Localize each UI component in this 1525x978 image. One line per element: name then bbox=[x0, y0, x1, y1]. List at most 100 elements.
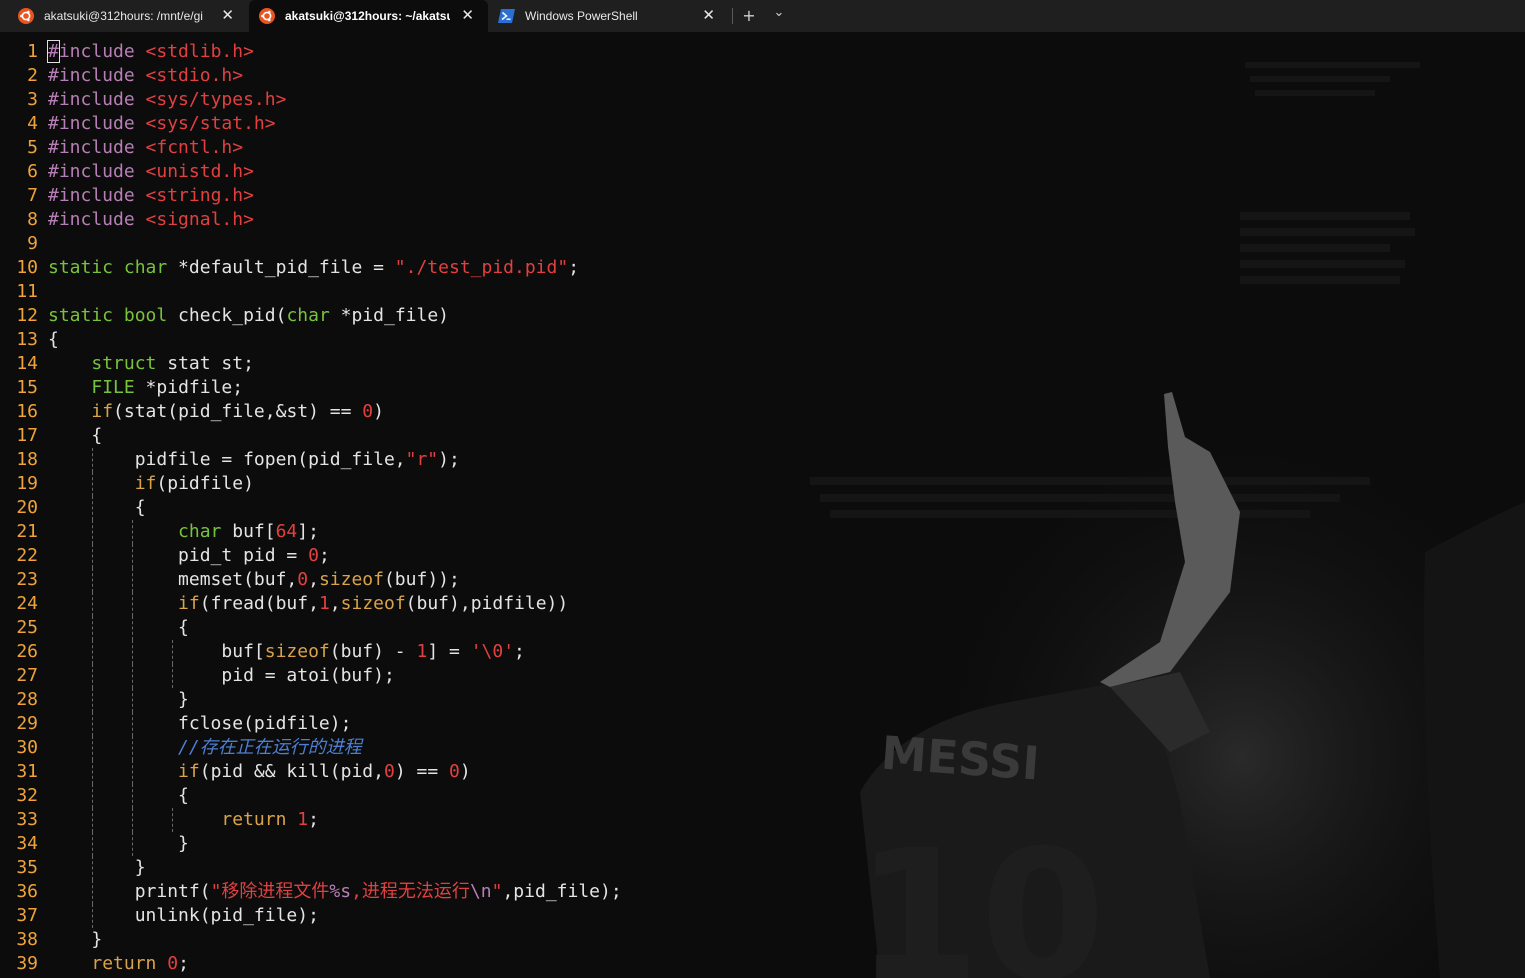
code-token: char bbox=[286, 305, 330, 326]
code-token: ) bbox=[459, 761, 471, 782]
code-token: <signal.h> bbox=[145, 209, 254, 230]
code-token: buf[ bbox=[48, 641, 265, 662]
close-icon[interactable]: ✕ bbox=[461, 8, 474, 23]
line-number: 3 bbox=[27, 89, 38, 110]
code-token: 64 bbox=[275, 521, 298, 542]
code-text: pid = atoi(buf); bbox=[48, 664, 395, 688]
code-text: #include <fcntl.h> bbox=[48, 136, 243, 160]
code-text: buf[sizeof(buf) - 1] = '\0'; bbox=[48, 640, 525, 664]
code-token: ) == bbox=[394, 761, 449, 782]
code-token: memset(buf, bbox=[48, 569, 298, 590]
code-text: { bbox=[48, 784, 189, 808]
line-number: 13 bbox=[16, 329, 38, 350]
tab-label: akatsuki@312hours: ~/akatsu bbox=[285, 9, 450, 23]
code-token: 1 bbox=[297, 809, 309, 830]
code-token: ); bbox=[438, 449, 460, 470]
tab-powershell[interactable]: Windows PowerShell ✕ bbox=[489, 0, 729, 32]
code-text: } bbox=[48, 856, 146, 880]
line-number: 23 bbox=[16, 569, 38, 590]
code-token: FILE bbox=[91, 377, 135, 398]
code-text: { bbox=[48, 496, 146, 520]
code-text: } bbox=[48, 688, 189, 712]
code-text: if(stat(pid_file,&st) == 0) bbox=[48, 400, 384, 424]
line-number: 26 bbox=[16, 641, 38, 662]
code-token: <unistd.h> bbox=[145, 161, 254, 182]
code-text: #include <sys/stat.h> bbox=[48, 112, 276, 136]
code-token: fclose(pidfile); bbox=[48, 713, 352, 734]
code-text: { bbox=[48, 328, 59, 352]
code-token: (pidfile) bbox=[156, 473, 254, 494]
code-token: ,进程无法运行 bbox=[351, 881, 470, 902]
code-token: " bbox=[491, 881, 503, 902]
line-number: 1 bbox=[27, 41, 38, 62]
code-text: char buf[64]; bbox=[48, 520, 319, 544]
code-token: ,pid_file); bbox=[502, 881, 622, 902]
code-token: pidfile = fopen(pid_file, bbox=[48, 449, 406, 470]
code-token: 1 bbox=[416, 641, 428, 662]
tab-dropdown-button[interactable]: ⌄ bbox=[768, 3, 790, 23]
code-token: #include bbox=[48, 113, 146, 134]
code-text: if(pidfile) bbox=[48, 472, 254, 496]
code-token: <sys/stat.h> bbox=[145, 113, 276, 134]
code-token: //存在正在运行的进程 bbox=[178, 737, 362, 758]
powershell-icon bbox=[498, 9, 515, 23]
code-token: 0 bbox=[383, 761, 395, 782]
code-token: (stat(pid_file,&st) == bbox=[113, 401, 363, 422]
code-text: if(fread(buf,1,sizeof(buf),pidfile)) bbox=[48, 592, 568, 616]
code-token: #include bbox=[48, 161, 146, 182]
line-number: 7 bbox=[27, 185, 38, 206]
tab-terminal-2[interactable]: akatsuki@312hours: ~/akatsu ✕ bbox=[249, 0, 488, 32]
new-tab-button[interactable]: + bbox=[738, 6, 760, 26]
code-token: stat st; bbox=[156, 353, 254, 374]
code-token: (pid && kill(pid, bbox=[199, 761, 384, 782]
code-token: ; bbox=[568, 257, 580, 278]
code-text: return 0; bbox=[48, 952, 189, 976]
code-token: sizeof bbox=[318, 569, 384, 590]
code-text: #include <stdlib.h> bbox=[47, 40, 254, 64]
code-token: sizeof bbox=[340, 593, 406, 614]
code-text: { bbox=[48, 616, 189, 640]
code-token: '\0' bbox=[470, 641, 515, 662]
code-text: { bbox=[48, 424, 102, 448]
code-token: return bbox=[221, 809, 287, 830]
code-token: (buf)); bbox=[383, 569, 460, 590]
code-text: unlink(pid_file); bbox=[48, 904, 319, 928]
line-number: 29 bbox=[16, 713, 38, 734]
line-number: 4 bbox=[27, 113, 38, 134]
line-number: 24 bbox=[16, 593, 38, 614]
tab-divider bbox=[732, 8, 733, 24]
code-token: static char bbox=[48, 257, 168, 278]
code-text: static char *default_pid_file = "./test_… bbox=[48, 256, 579, 280]
line-number: 14 bbox=[16, 353, 38, 374]
code-text: static bool check_pid(char *pid_file) bbox=[48, 304, 449, 328]
close-icon[interactable]: ✕ bbox=[221, 8, 234, 23]
line-number: 17 bbox=[16, 425, 38, 446]
code-token: , bbox=[308, 569, 319, 590]
code-token: 0 bbox=[362, 401, 374, 422]
code-token: { bbox=[48, 497, 146, 518]
code-token: ; bbox=[308, 809, 319, 830]
code-token: if bbox=[178, 593, 200, 614]
code-token: *pidfile; bbox=[134, 377, 244, 398]
tab-terminal-1[interactable]: akatsuki@312hours: /mnt/e/gi ✕ bbox=[0, 0, 248, 32]
code-token: pid_t pid = bbox=[48, 545, 309, 566]
code-token: unlink(pid_file); bbox=[48, 905, 319, 926]
code-text: #include <stdio.h> bbox=[48, 64, 243, 88]
close-icon[interactable]: ✕ bbox=[702, 8, 715, 23]
code-token: } bbox=[48, 833, 189, 854]
line-number: 36 bbox=[16, 881, 38, 902]
code-token: "r" bbox=[405, 449, 439, 470]
code-token: #include bbox=[48, 209, 146, 230]
code-token: pid = atoi(buf); bbox=[48, 665, 395, 686]
ubuntu-icon bbox=[259, 8, 275, 24]
terminal-pane[interactable]: MESSI 10 1 #include <stdlib.h> 2 #include <… bbox=[0, 32, 1525, 978]
code-token: { bbox=[48, 425, 103, 446]
code-token: ) bbox=[373, 401, 384, 422]
line-number: 21 bbox=[16, 521, 38, 542]
line-number: 30 bbox=[16, 737, 38, 758]
